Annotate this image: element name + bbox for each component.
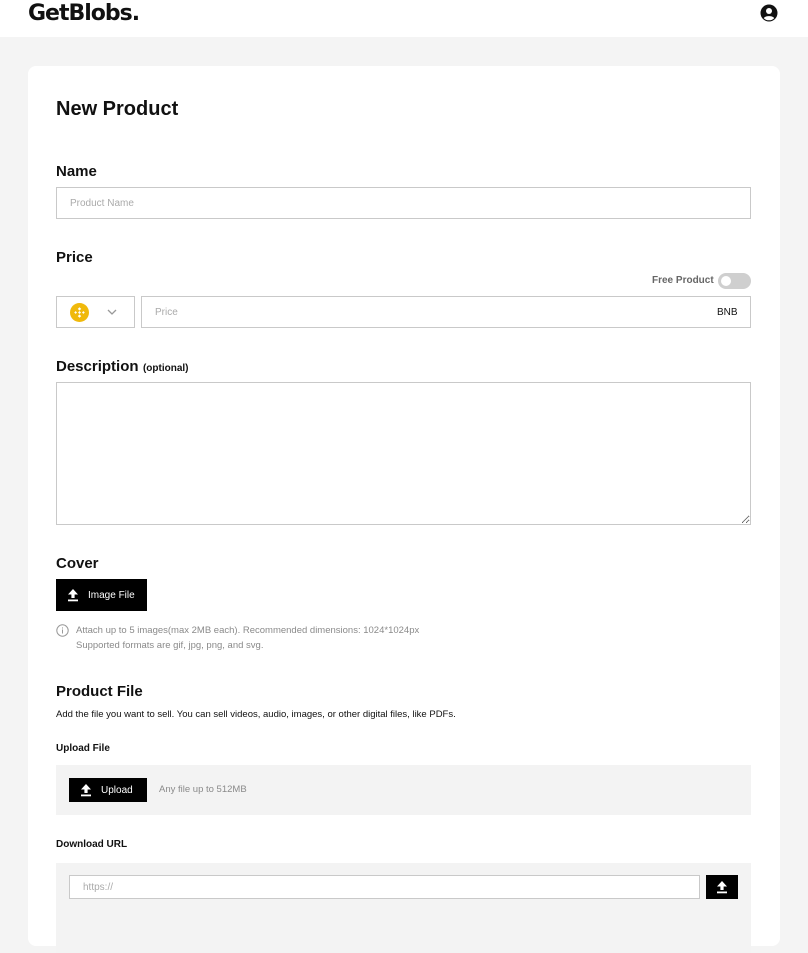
logo[interactable]: GetBlobs. [28, 1, 140, 26]
user-account-button[interactable] [760, 4, 778, 22]
info-icon [56, 624, 69, 637]
chevron-down-icon [107, 309, 117, 315]
cover-hint-1: Attach up to 5 images(max 2MB each). Rec… [76, 625, 420, 636]
description-label-group: Description (optional) [56, 358, 189, 376]
new-product-card: New Product Name Price Free Product BNB … [28, 66, 780, 953]
cover-label: Cover [56, 555, 99, 572]
download-url-input[interactable] [69, 875, 700, 899]
description-textarea[interactable] [56, 382, 751, 525]
upload-file-area: Upload Any file up to 512MB [56, 765, 751, 815]
upload-button[interactable]: Upload [69, 778, 147, 802]
download-url-upload-button[interactable] [706, 875, 738, 899]
toggle-knob [721, 276, 731, 286]
upload-icon [717, 881, 727, 894]
upload-hint: Any file up to 512MB [159, 784, 247, 795]
product-name-input[interactable] [56, 187, 751, 219]
price-label: Price [56, 249, 93, 266]
price-input[interactable] [141, 296, 751, 328]
upload-icon [68, 589, 78, 602]
image-file-button[interactable]: Image File [56, 579, 147, 611]
cover-hint-2: Supported formats are gif, jpg, png, and… [76, 640, 264, 651]
description-label: Description [56, 358, 139, 375]
free-product-toggle[interactable] [718, 273, 751, 289]
currency-code: BNB [717, 307, 738, 318]
name-label: Name [56, 163, 97, 180]
upload-file-label: Upload File [56, 743, 110, 754]
free-product-label: Free Product [652, 275, 714, 286]
page-title: New Product [56, 98, 179, 120]
user-circle-icon [760, 4, 778, 22]
upload-icon [81, 784, 91, 797]
top-bar: GetBlobs. [0, 0, 808, 37]
product-file-description: Add the file you want to sell. You can s… [56, 709, 456, 720]
image-file-button-label: Image File [88, 589, 135, 601]
bnb-coin-icon [70, 303, 89, 322]
optional-tag: (optional) [142, 363, 189, 374]
product-file-label: Product File [56, 683, 143, 700]
currency-select[interactable] [56, 296, 135, 328]
download-url-label: Download URL [56, 839, 128, 850]
upload-button-label: Upload [101, 784, 133, 796]
download-url-area [56, 863, 751, 953]
